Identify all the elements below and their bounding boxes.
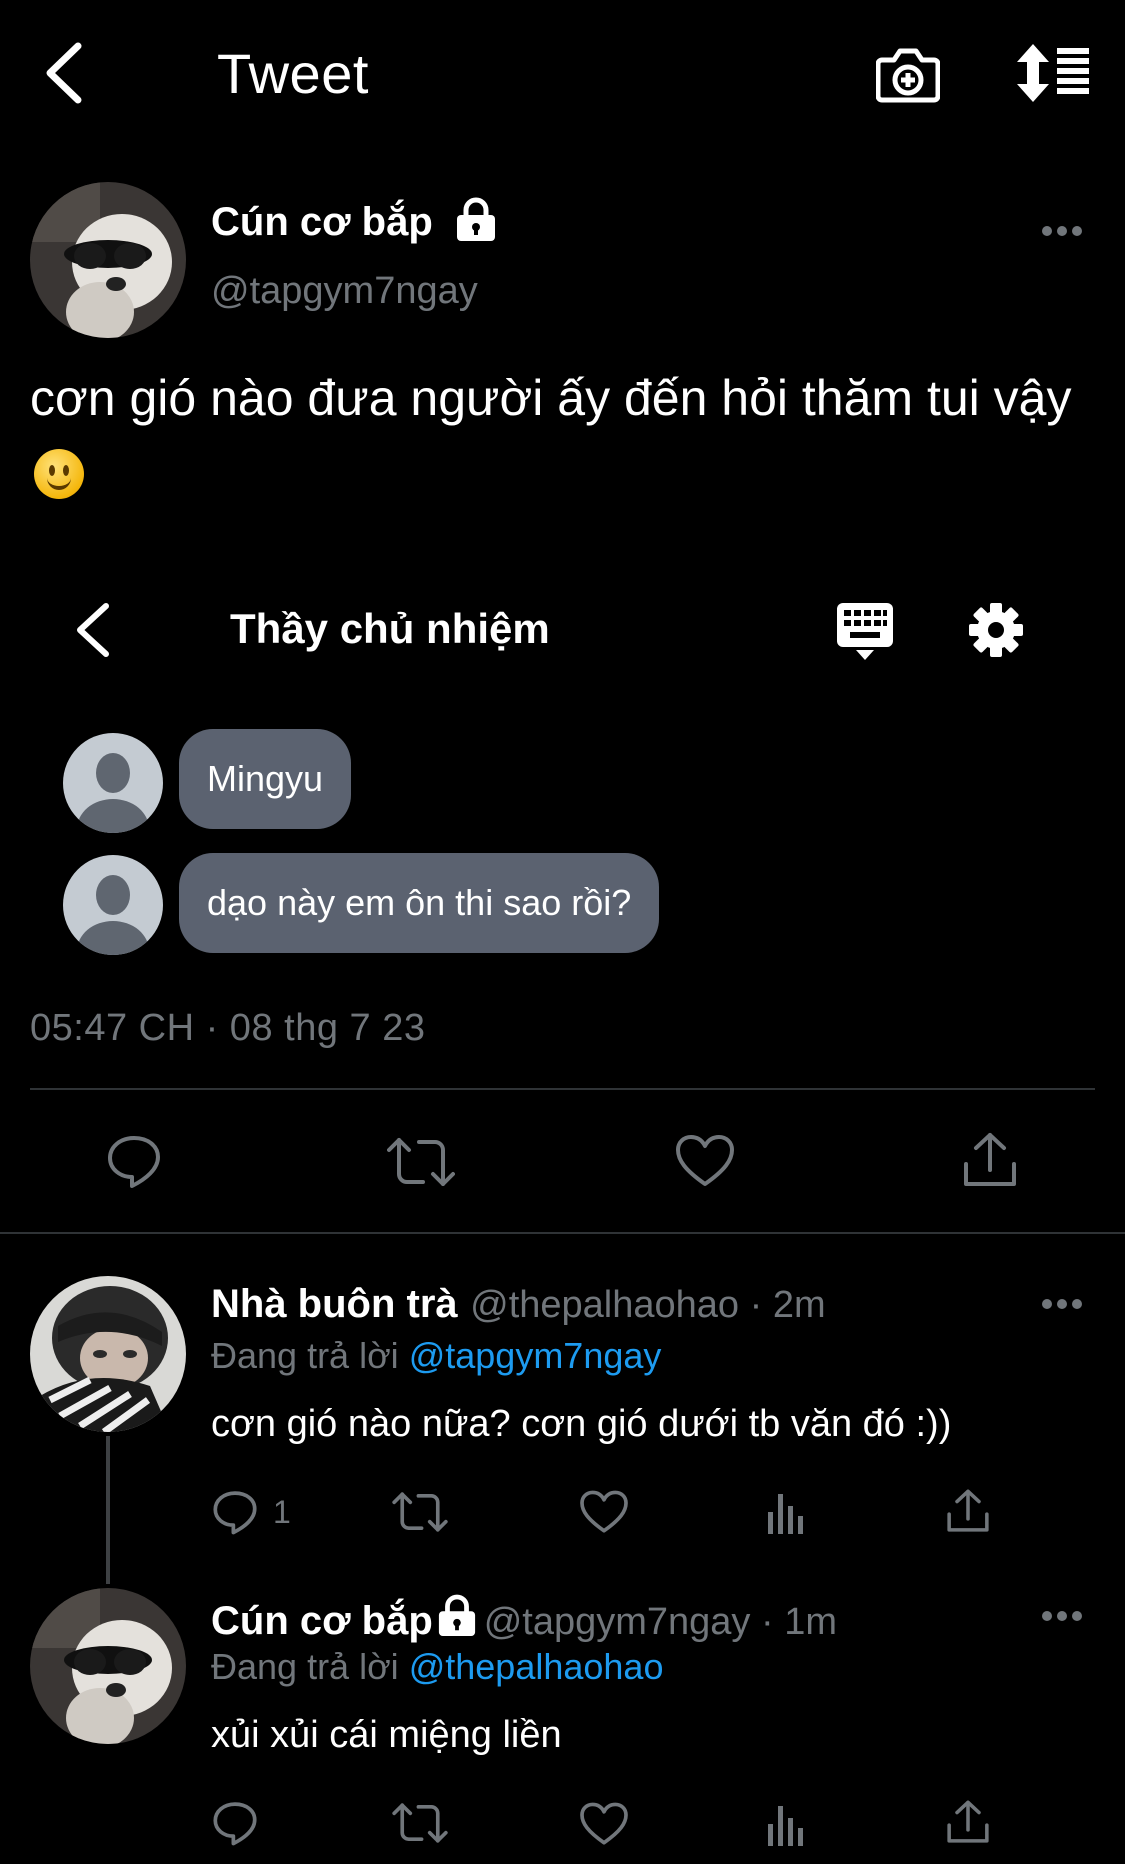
chat-message-text: dạo này em ôn thi sao rồi? <box>207 882 632 923</box>
camera-plus-icon[interactable] <box>876 44 940 104</box>
separator-dot: · <box>739 1284 773 1326</box>
section-divider <box>0 1232 1125 1234</box>
more-options-icon[interactable] <box>1041 1609 1083 1623</box>
settings-gear-icon <box>968 602 1024 658</box>
like-heart-icon[interactable] <box>579 1490 629 1534</box>
separator-dot: · <box>750 1601 785 1643</box>
reply-text: xủi xủi cái miệng liền <box>211 1714 562 1756</box>
retweet-icon[interactable] <box>392 1802 448 1844</box>
author-avatar[interactable] <box>30 182 186 338</box>
chat-back-icon <box>72 600 114 660</box>
replying-to-label: Đang trả lời <box>211 1646 399 1687</box>
chat-title: Thầy chủ nhiệm <box>230 605 550 652</box>
chat-avatar <box>63 733 163 833</box>
views-analytics-icon[interactable] <box>766 1490 806 1534</box>
replying-to-line: Đang trả lời @tapgym7ngay <box>211 1334 661 1378</box>
replying-to-mention[interactable]: @tapgym7ngay <box>409 1335 662 1376</box>
reply-icon[interactable] <box>212 1489 258 1535</box>
reply-author-avatar[interactable] <box>30 1276 186 1432</box>
reply-time: 1m <box>784 1601 837 1643</box>
author-handle[interactable]: @tapgym7ngay <box>211 268 478 314</box>
reply-text: cơn gió nào nữa? cơn gió dưới tb văn đó … <box>211 1403 952 1445</box>
reply-author-avatar[interactable] <box>30 1588 186 1744</box>
tweet-timestamp: 05:47 CH · 08 thg 7 23 <box>30 1007 426 1049</box>
share-icon[interactable] <box>946 1800 990 1844</box>
views-analytics-icon[interactable] <box>766 1802 806 1846</box>
reply-author-handle[interactable]: @thepalhaohao <box>470 1284 739 1326</box>
reply-icon[interactable] <box>106 1133 162 1189</box>
more-options-icon[interactable] <box>1041 224 1083 238</box>
reply-header: Cún cơ bắp @tapgym7ngay · 1m <box>211 1594 837 1645</box>
divider <box>30 1088 1095 1090</box>
like-heart-icon[interactable] <box>675 1134 735 1188</box>
more-options-icon[interactable] <box>1041 1297 1083 1311</box>
lock-icon <box>455 197 497 243</box>
back-button[interactable] <box>40 38 90 108</box>
reply-time: 2m <box>772 1284 826 1326</box>
replying-to-label: Đang trả lời <box>211 1335 399 1376</box>
like-heart-icon[interactable] <box>579 1802 629 1846</box>
share-icon[interactable] <box>946 1489 990 1533</box>
reply-count: 1 <box>273 1494 291 1530</box>
reply-author-handle[interactable]: @tapgym7ngay <box>484 1601 751 1643</box>
tweet-text: cơn gió nào đưa người ấy đến hỏi thăm tu… <box>30 360 1110 512</box>
chat-message-bubble: dạo này em ôn thi sao rồi? <box>179 853 660 953</box>
keyboard-icon <box>836 602 894 662</box>
retweet-icon[interactable] <box>387 1136 455 1188</box>
replying-to-mention[interactable]: @thepalhaohao <box>409 1646 664 1687</box>
lock-icon <box>437 1594 477 1638</box>
reply-author-name[interactable]: Cún cơ bắp <box>211 1599 433 1643</box>
retweet-icon[interactable] <box>392 1491 448 1533</box>
chat-message-bubble: Mingyu <box>179 729 352 829</box>
smiling-face-emoji-icon <box>34 449 84 499</box>
chat-avatar <box>63 855 163 955</box>
share-icon[interactable] <box>962 1132 1018 1188</box>
replying-to-line: Đang trả lời @thepalhaohao <box>211 1645 663 1689</box>
chat-message-text: Mingyu <box>207 758 324 799</box>
thread-line <box>106 1436 110 1584</box>
tweet-text-content: cơn gió nào đưa người ấy đến hỏi thăm tu… <box>30 370 1072 426</box>
author-name[interactable]: Cún cơ bắp <box>211 198 433 246</box>
sort-list-icon[interactable] <box>1015 44 1091 102</box>
page-title: Tweet <box>217 42 369 105</box>
reply-header: Nhà buôn trà @thepalhaohao · 2m <box>211 1280 826 1328</box>
reply-icon[interactable] <box>212 1800 258 1846</box>
reply-author-name[interactable]: Nhà buôn trà <box>211 1282 458 1326</box>
